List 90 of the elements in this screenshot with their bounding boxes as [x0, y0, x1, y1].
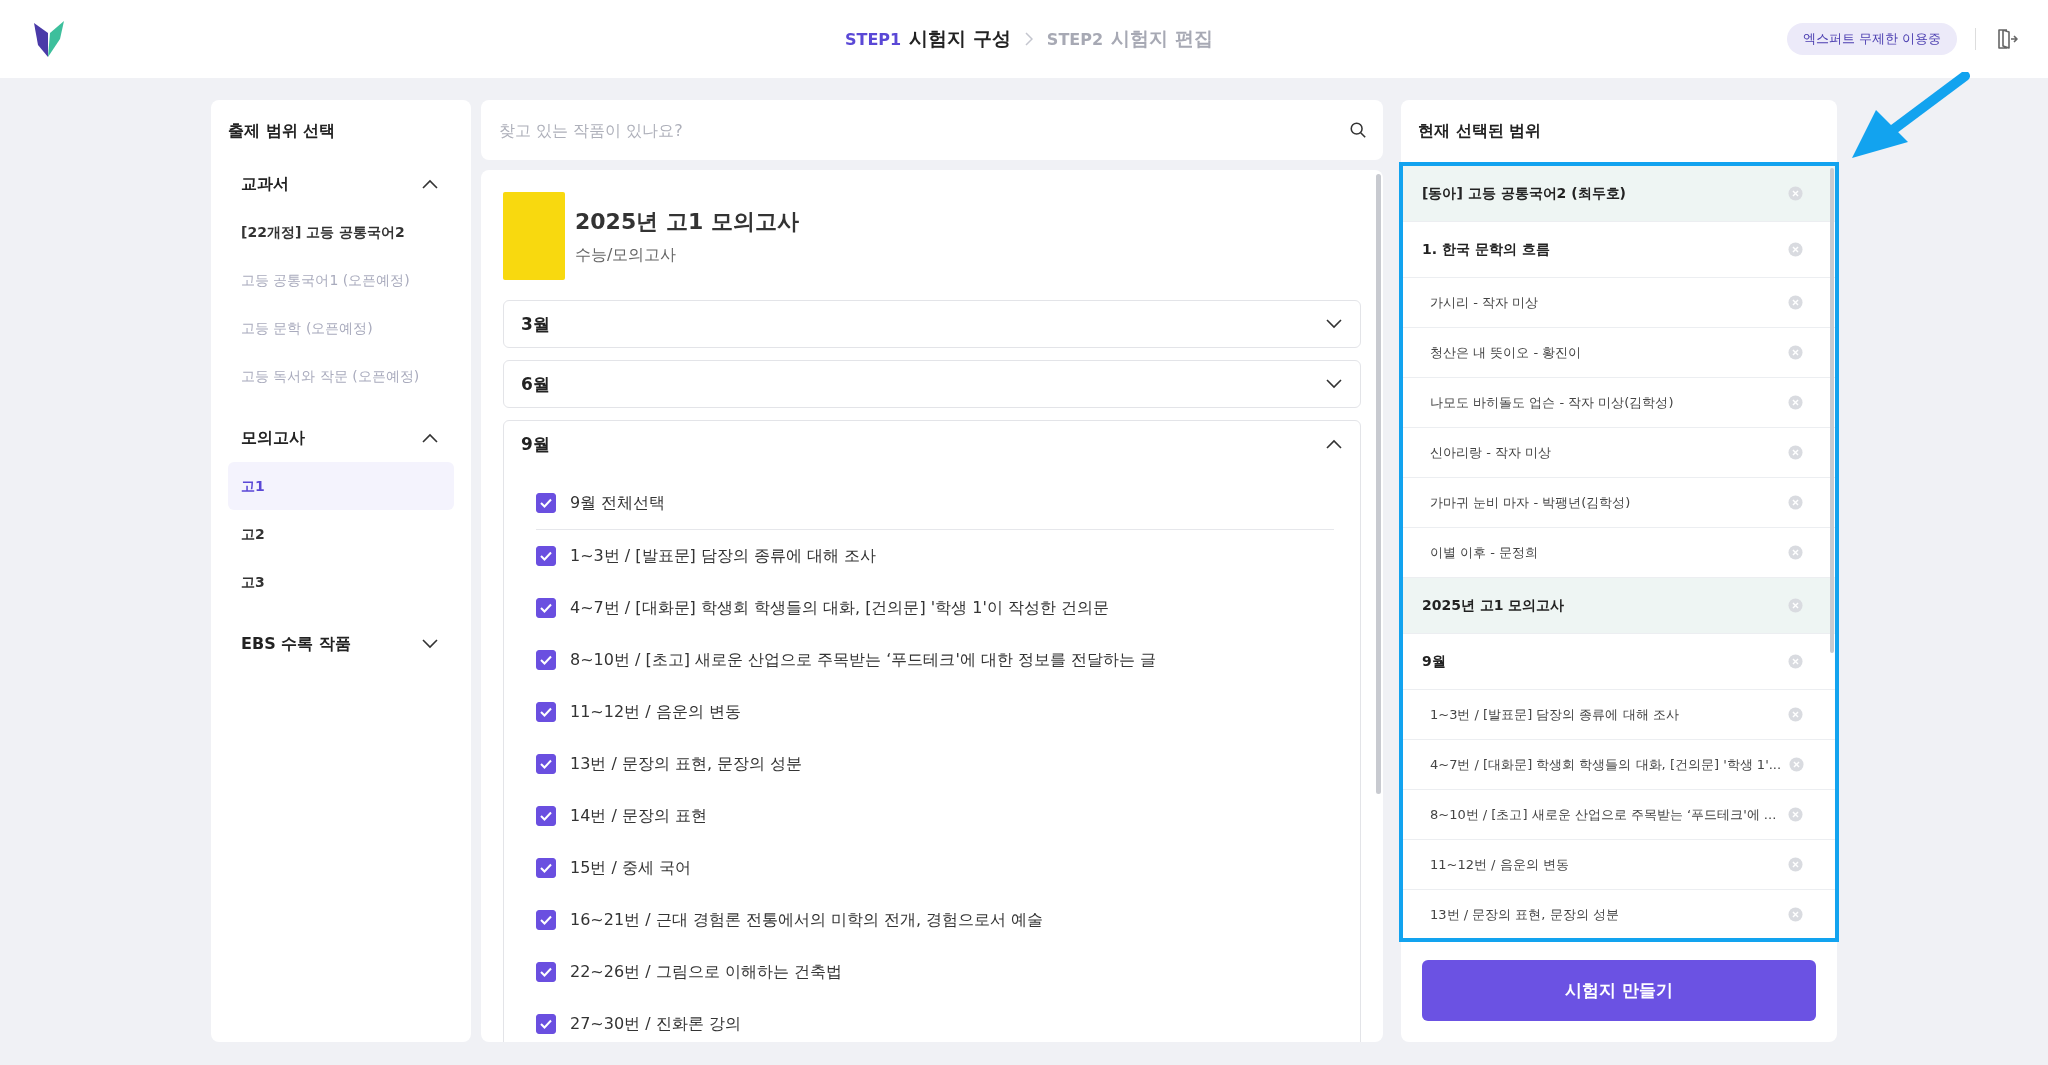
- remove-icon[interactable]: [1788, 242, 1803, 257]
- remove-icon[interactable]: [1788, 186, 1803, 201]
- remove-icon[interactable]: [1788, 545, 1803, 560]
- checkbox-label: 11~12번 / 음운의 변동: [570, 701, 741, 723]
- checkbox-label: 27~30번 / 진화론 강의: [570, 1013, 741, 1035]
- selection-label: 4~7번 / [대화문] 학생회 학생들의 대화, [건의문] '학생 1'...: [1430, 755, 1782, 774]
- check-icon: [539, 601, 553, 615]
- check-icon: [539, 757, 553, 771]
- scrollbar-thumb[interactable]: [1376, 174, 1381, 794]
- checkbox-label: 16~21번 / 근대 경험론 전통에서의 미학의 전개, 경험으로서 예술: [570, 909, 1044, 931]
- selection-label: 신아리랑 - 작자 미상: [1430, 443, 1552, 462]
- checkbox-label: 4~7번 / [대화문] 학생회 학생들의 대화, [건의문] '학생 1'이 작성한 건의문: [570, 597, 1110, 619]
- checkbox[interactable]: [536, 962, 556, 982]
- check-icon: [539, 549, 553, 563]
- check-icon: [539, 1017, 553, 1031]
- selection-label: 가마귀 눈비 마자 - 박팽년(김학성): [1430, 493, 1631, 512]
- checkbox[interactable]: [536, 858, 556, 878]
- selection-label: 나모도 바히돌도 업슨 - 작자 미상(김학성): [1430, 393, 1674, 412]
- month-header[interactable]: 3월: [504, 301, 1360, 347]
- panel-title: 현재 선택된 범위: [1417, 120, 1543, 142]
- selection-label: 8~10번 / [초고] 새로운 산업으로 주목받는 ‘푸드테크'에 ...: [1430, 805, 1777, 824]
- chevron-up-icon: [422, 179, 438, 189]
- create-exam-button[interactable]: 시험지 만들기: [1422, 960, 1816, 1021]
- logo-icon[interactable]: [34, 21, 64, 57]
- checkbox-label: 8~10번 / [초고] 새로운 산업으로 주목받는 ‘푸드테크'에 대한 정보를 전달하는 글: [570, 649, 1157, 671]
- scrollbar-thumb[interactable]: [1830, 168, 1834, 653]
- checkbox[interactable]: [536, 546, 556, 566]
- exam-title: 2025년 고1 모의고사: [575, 207, 799, 236]
- chevron-down-icon: [422, 639, 438, 649]
- exam-category: 수능/모의고사: [575, 244, 678, 266]
- selection-label: 가시리 - 작자 미상: [1430, 293, 1539, 312]
- remove-icon[interactable]: [1788, 295, 1803, 310]
- section-header[interactable]: 모의고사: [228, 414, 454, 462]
- remove-icon[interactable]: [1788, 807, 1803, 822]
- selection-label: 11~12번 / 음운의 변동: [1430, 855, 1569, 874]
- chevron-right-icon: [1024, 32, 1033, 46]
- search-icon[interactable]: [1349, 121, 1367, 139]
- checkbox-label: 14번 / 문장의 표현: [570, 805, 707, 827]
- month-header[interactable]: 6월: [504, 361, 1360, 407]
- remove-icon[interactable]: [1788, 907, 1803, 922]
- selection-label: 1~3번 / [발표문] 담장의 종류에 대해 조사: [1430, 705, 1679, 724]
- checkbox[interactable]: [536, 598, 556, 618]
- search-field[interactable]: 찾고 있는 작품이 있나요?: [497, 119, 1349, 141]
- sidebar-item[interactable]: 고3: [228, 558, 454, 606]
- checkbox-label: 1~3번 / [발표문] 담장의 종류에 대해 조사: [570, 545, 877, 567]
- checkbox[interactable]: [536, 702, 556, 722]
- section-header[interactable]: 교과서: [228, 160, 454, 208]
- search-bar[interactable]: 찾고 있는 작품이 있나요?: [481, 100, 1383, 160]
- check-icon: [539, 861, 553, 875]
- panel-title: 출제 범위 선택: [228, 120, 337, 142]
- remove-icon[interactable]: [1788, 654, 1803, 669]
- remove-icon[interactable]: [1788, 598, 1803, 613]
- checkbox-label: 15번 / 중세 국어: [570, 857, 691, 879]
- check-icon: [539, 496, 553, 510]
- selection-label: 13번 / 문장의 표현, 문장의 성분: [1430, 905, 1619, 924]
- remove-icon[interactable]: [1789, 757, 1805, 772]
- step-tab[interactable]: STEP1 시험지 구성: [845, 26, 1011, 52]
- check-icon: [539, 913, 553, 927]
- plan-badge: 엑스퍼트 무제한 이용중: [1786, 23, 1957, 55]
- sidebar-item[interactable]: 고2: [228, 510, 454, 558]
- checkbox-label: 13번 / 문장의 표현, 문장의 성분: [570, 753, 803, 775]
- remove-icon[interactable]: [1788, 707, 1803, 722]
- checkbox[interactable]: [536, 754, 556, 774]
- remove-icon[interactable]: [1788, 395, 1803, 410]
- selection-label: 2025년 고1 모의고사: [1422, 596, 1565, 615]
- remove-icon[interactable]: [1788, 495, 1803, 510]
- checkbox[interactable]: [536, 910, 556, 930]
- sidebar-item[interactable]: 고1: [228, 462, 454, 510]
- chevron-up-icon: [422, 433, 438, 443]
- section-header[interactable]: EBS 수록 작품: [228, 620, 454, 668]
- selection-label: 1. 한국 문학의 흐름: [1422, 240, 1550, 259]
- check-icon: [539, 705, 553, 719]
- check-icon: [539, 653, 553, 667]
- checkbox-label: 9월 전체선택: [570, 492, 666, 514]
- checkbox[interactable]: [536, 650, 556, 670]
- remove-icon[interactable]: [1788, 345, 1803, 360]
- selection-label: 이별 이후 - 문정희: [1430, 543, 1539, 562]
- checkbox[interactable]: [536, 493, 556, 513]
- checkbox[interactable]: [536, 806, 556, 826]
- selection-label: [동아] 고등 공통국어2 (최두호): [1422, 184, 1626, 203]
- check-icon: [539, 965, 553, 979]
- selection-label: 청산은 내 뜻이오 - 황진이: [1430, 343, 1582, 362]
- month-header[interactable]: 9월: [504, 421, 1360, 467]
- checkbox[interactable]: [536, 1014, 556, 1034]
- sidebar-item[interactable]: [22개정] 고등 공통국어2: [228, 208, 454, 256]
- checkbox-label: 22~26번 / 그림으로 이해하는 건축법: [570, 961, 842, 983]
- selection-label: 9월: [1422, 652, 1446, 671]
- remove-icon[interactable]: [1788, 445, 1803, 460]
- check-icon: [539, 809, 553, 823]
- remove-icon[interactable]: [1788, 857, 1803, 872]
